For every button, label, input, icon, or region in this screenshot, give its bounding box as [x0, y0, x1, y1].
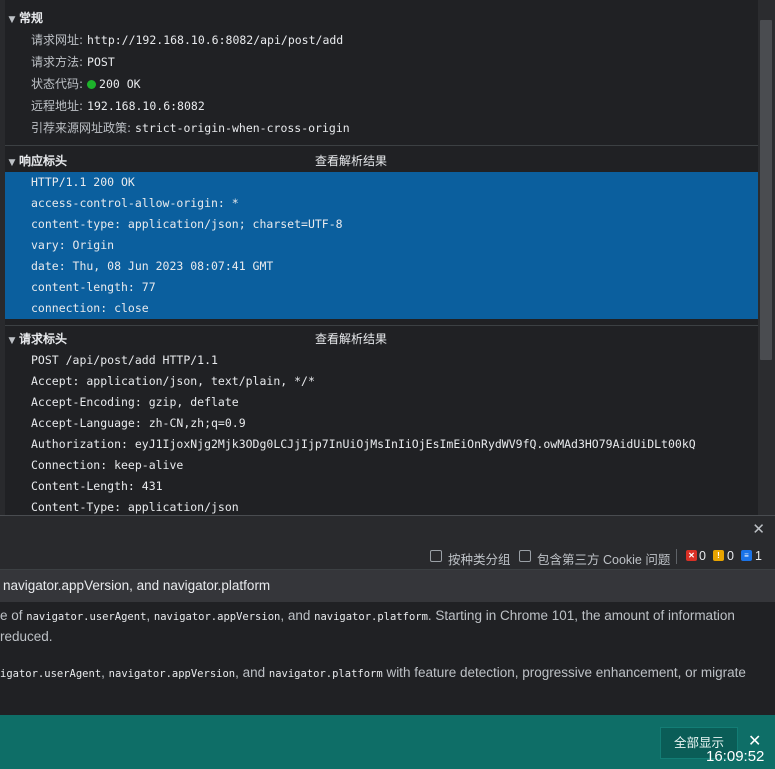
- raw-header-line: Accept: application/json, text/plain, */…: [31, 374, 315, 388]
- general-section-header[interactable]: ▼ 常规: [5, 7, 758, 29]
- warning-count: 0: [727, 549, 734, 563]
- status-ok-dot-icon: [87, 80, 97, 89]
- referrer-policy-row: 引荐来源网址政策: strict-origin-when-cross-origin: [5, 117, 758, 139]
- remote-address-value: 192.168.10.6:8082: [87, 99, 205, 113]
- raw-header-line: date: Thu, 08 Jun 2023 08:07:41 GMT: [31, 259, 274, 273]
- referrer-policy-value: strict-origin-when-cross-origin: [135, 121, 350, 135]
- raw-header-line: HTTP/1.1 200 OK: [31, 175, 135, 189]
- issues-pane: ✕ 按种类分组 包含第三方 Cookie 问题 ✕ 0 ! 0 ≡ 1 navi…: [0, 515, 775, 715]
- section-divider: [5, 145, 758, 146]
- issue-desc-line: igator.userAgent, navigator.appVersion, …: [0, 665, 746, 680]
- request-headers-section-header[interactable]: ▼ 请求标头 查看解析结果: [5, 328, 758, 350]
- raw-header-line: connection: close: [31, 301, 149, 315]
- remote-address-row: 远程地址: 192.168.10.6:8082: [5, 95, 758, 117]
- raw-header-line: POST /api/post/add HTTP/1.1: [31, 353, 218, 367]
- view-parsed-response-link[interactable]: 查看解析结果: [315, 150, 387, 172]
- info-count-icon: ≡: [741, 550, 752, 561]
- toolbar-separator: [676, 549, 677, 564]
- request-headers-title: 请求标头: [19, 332, 68, 346]
- include-third-party-label: 包含第三方 Cookie 问题: [537, 553, 671, 567]
- raw-header-line: content-type: application/json; charset=…: [31, 217, 343, 231]
- remote-address-label: 远程地址:: [31, 99, 84, 113]
- issue-desc-line: reduced.: [0, 629, 53, 644]
- request-method-row: 请求方法: POST: [5, 51, 758, 73]
- raw-header-line: Accept-Encoding: gzip, deflate: [31, 395, 239, 409]
- group-by-kind-label: 按种类分组: [448, 553, 511, 567]
- raw-header-line: access-control-allow-origin: *: [31, 196, 239, 210]
- general-section-title: 常规: [19, 11, 44, 25]
- desc-text: . Starting in Chrome 101, the amount of …: [427, 608, 735, 623]
- headers-scrollbar-thumb[interactable]: [760, 20, 772, 360]
- taskbar: 全部显示 ✕ 16:09:52: [0, 715, 775, 769]
- request-method-value: POST: [87, 55, 115, 69]
- error-count-icon: ✕: [686, 550, 697, 561]
- request-url-row: 请求网址: http://192.168.10.6:8082/api/post/a…: [5, 29, 758, 51]
- issue-description: e of navigator.userAgent, navigator.appV…: [0, 602, 775, 714]
- raw-header-line: vary: Origin: [31, 238, 115, 252]
- include-third-party-checkbox[interactable]: [519, 550, 531, 562]
- status-code-row: 状态代码: 200 OK: [5, 73, 758, 95]
- raw-header-line: Connection: keep-alive: [31, 458, 184, 472]
- request-url-value: http://192.168.10.6:8082/api/post/add: [87, 33, 344, 47]
- desc-text: ,: [146, 608, 154, 623]
- raw-header-line: Authorization: eyJ1IjoxNjg2Mjk3ODg0LCJjI…: [31, 437, 696, 451]
- headers-content: ▼ 常规 请求网址: http://192.168.10.6:8082/api/po…: [5, 0, 758, 515]
- info-count: 1: [755, 549, 762, 563]
- issue-title-row[interactable]: navigator.appVersion, and navigator.plat…: [0, 570, 775, 602]
- request-headers-raw[interactable]: POST /api/post/add HTTP/1.1 Accept: appl…: [5, 350, 758, 515]
- referrer-policy-label: 引荐来源网址政策:: [31, 121, 132, 135]
- desc-text: with feature detection, progressive enha…: [382, 665, 746, 680]
- issue-desc-line: e of navigator.userAgent, navigator.appV…: [0, 608, 735, 623]
- headers-pane: ▼ 常规 请求网址: http://192.168.10.6:8082/api/po…: [0, 0, 775, 515]
- code-platform: navigator.platform: [268, 668, 383, 680]
- expand-triangle-icon: ▼: [8, 15, 16, 25]
- clock-time: 16:09:52: [706, 748, 765, 765]
- desc-text: , and: [280, 608, 315, 623]
- desc-text: e of: [0, 608, 27, 623]
- request-url-label: 请求网址:: [31, 33, 84, 47]
- raw-header-line: Content-Length: 431: [31, 479, 163, 493]
- raw-header-line: Accept-Language: zh-CN,zh;q=0.9: [31, 416, 246, 430]
- group-by-kind-checkbox[interactable]: [430, 550, 442, 562]
- code-app-version: navigator.appVersion: [108, 668, 236, 680]
- expand-triangle-icon: ▼: [8, 336, 16, 346]
- response-headers-section-header[interactable]: ▼ 响应标头 查看解析结果: [5, 150, 758, 172]
- raw-header-line: Content-Type: application/json: [31, 500, 239, 514]
- section-divider: [5, 325, 758, 326]
- warning-count-icon: !: [713, 550, 724, 561]
- code-platform: navigator.platform: [314, 611, 428, 623]
- code-user-agent: navigator.userAgent: [26, 611, 147, 623]
- issue-title: navigator.appVersion, and navigator.plat…: [3, 578, 271, 593]
- desc-text: ,: [101, 665, 109, 680]
- request-method-label: 请求方法:: [31, 55, 84, 69]
- response-headers-raw[interactable]: HTTP/1.1 200 OK access-control-allow-ori…: [5, 172, 758, 319]
- close-icon[interactable]: ✕: [752, 520, 765, 538]
- issues-header-bar: ✕: [0, 515, 775, 544]
- raw-header-line: content-length: 77: [31, 280, 156, 294]
- response-headers-title: 响应标头: [19, 154, 68, 168]
- issues-toolbar: 按种类分组 包含第三方 Cookie 问题 ✕ 0 ! 0 ≡ 1: [0, 544, 775, 570]
- error-count: 0: [699, 549, 706, 563]
- code-app-version: navigator.appVersion: [153, 611, 281, 623]
- desc-text: , and: [235, 665, 269, 680]
- status-code-value: 200 OK: [99, 77, 141, 91]
- view-parsed-request-link[interactable]: 查看解析结果: [315, 328, 387, 350]
- status-code-label: 状态代码:: [31, 77, 84, 91]
- expand-triangle-icon: ▼: [8, 158, 16, 168]
- code-user-agent: igator.userAgent: [0, 668, 102, 680]
